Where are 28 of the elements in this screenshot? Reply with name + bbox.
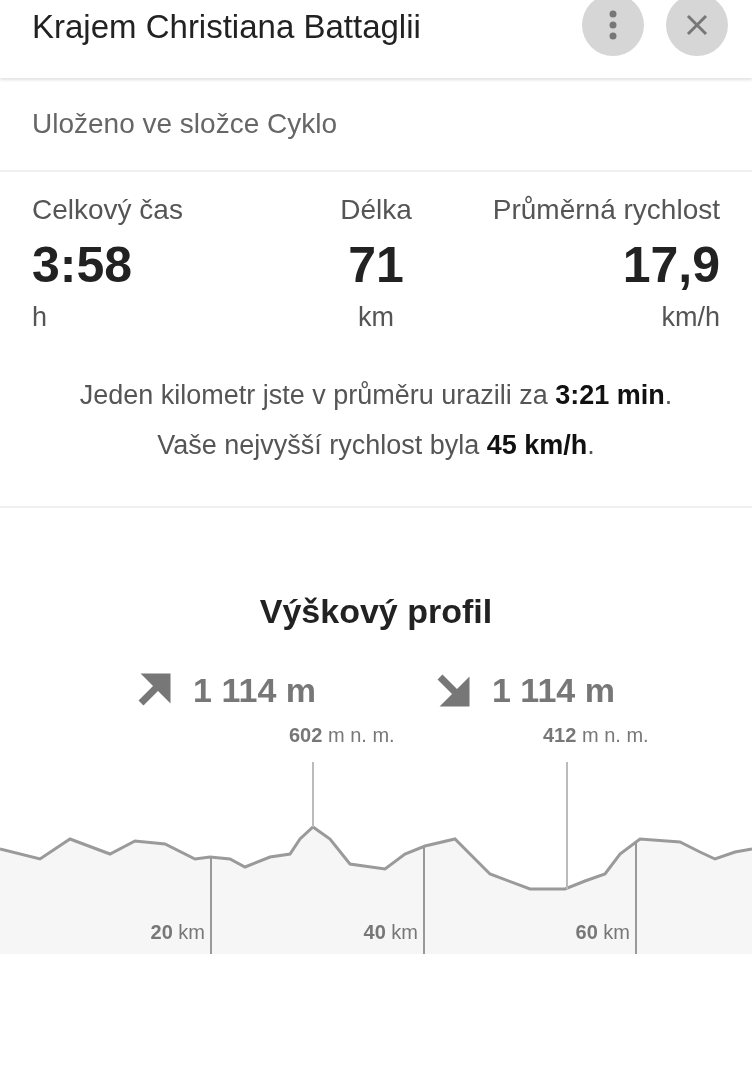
distance-label: 40 km <box>363 920 418 944</box>
stat-value: 71 <box>347 236 405 294</box>
descent-value: 1 114 m <box>492 670 615 710</box>
close-icon <box>686 14 708 36</box>
stat-label: Délka <box>339 194 413 226</box>
ascent-arrow-icon <box>137 673 172 708</box>
stat-label: Celkový čas <box>32 194 184 226</box>
more-icon <box>608 10 618 40</box>
stat-value: 3:58 <box>32 236 134 294</box>
stat-unit: h <box>32 302 49 333</box>
descent-arrow-icon <box>436 673 470 708</box>
peak-label: 602 m n. m. <box>289 723 395 747</box>
distance-label: 60 km <box>575 920 630 944</box>
stat-unit: km <box>357 302 395 333</box>
ascent-value: 1 114 m <box>193 670 316 710</box>
more-button[interactable] <box>582 0 644 56</box>
summary-text: Jeden kilometr jste v průměru urazili za 3:21 min. <box>78 379 674 412</box>
peak-label: 412 m n. m. <box>543 723 649 747</box>
route-title: Krajem Christiana Battaglii <box>32 8 422 46</box>
leader-line <box>312 760 314 828</box>
profile-title: Výškový profil <box>258 591 494 631</box>
stat-value: 17,9 <box>621 236 720 294</box>
stat-label: Průměrná rychlost <box>491 194 720 226</box>
summary-text: Vaše nejvyšší rychlost byla 45 km/h. <box>156 429 596 463</box>
folder-label: Uloženo ve složce Cyklo <box>0 78 752 172</box>
stat-unit: km/h <box>660 302 720 333</box>
distance-label: 20 km <box>150 920 205 944</box>
close-button[interactable] <box>666 0 728 56</box>
